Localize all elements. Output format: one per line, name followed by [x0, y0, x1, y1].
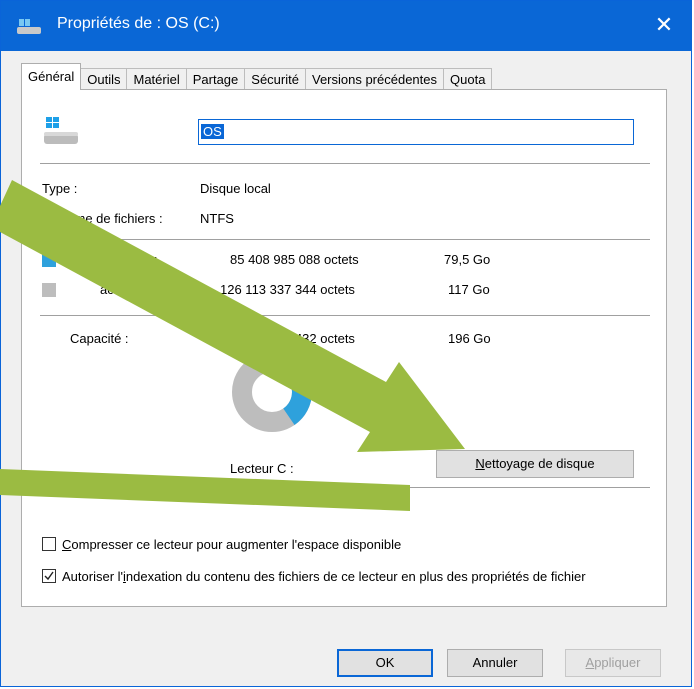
capacity-label: Capacité : — [70, 331, 129, 346]
used-space-bytes: 85 408 985 088 octets — [230, 252, 359, 267]
tab-quota[interactable]: Quota — [443, 68, 493, 90]
disk-cleanup-button[interactable]: Nettoyage de disque — [436, 450, 634, 478]
tab-materiel[interactable]: Matériel — [126, 68, 187, 90]
drive-icon — [17, 19, 41, 34]
used-space-swatch — [42, 253, 56, 267]
free-space-label: ace libre : — [100, 282, 157, 297]
separator — [40, 239, 650, 240]
free-space-size: 117 Go — [448, 282, 490, 297]
filesystem-label: Système de fichiers : — [42, 211, 163, 226]
drive-name-selected-text: OS — [201, 124, 224, 139]
free-space-swatch — [42, 283, 56, 297]
cleanup-mnemonic: N — [475, 456, 485, 471]
index-label[interactable]: Autoriser l'indexation du contenu des fi… — [62, 568, 652, 585]
index-checkbox[interactable] — [42, 569, 56, 583]
separator — [40, 163, 650, 164]
general-panel: OS Type : Disque local Système de fichie… — [21, 89, 667, 607]
cleanup-label: ettoyage de disque — [484, 456, 595, 471]
tab-partage[interactable]: Partage — [185, 68, 246, 90]
cancel-button[interactable]: Annuler — [447, 649, 543, 677]
type-value: Disque local — [200, 181, 271, 196]
apply-button[interactable]: Appliquer — [565, 649, 661, 677]
ok-button[interactable]: OK — [337, 649, 433, 677]
tab-general[interactable]: Général — [21, 63, 82, 90]
title-bar[interactable]: Propriétés de : OS (C:) ✕ — [1, 1, 691, 51]
separator — [40, 315, 650, 316]
usage-donut-chart — [232, 352, 312, 432]
capacity-size: 196 Go — [448, 331, 491, 346]
compress-label[interactable]: Compresser ce lecteur pour augmenter l'e… — [62, 536, 652, 553]
window-title: Propriétés de : OS (C:) — [57, 15, 220, 32]
free-space-bytes: 126 113 337 344 octets — [220, 282, 355, 297]
compress-checkbox[interactable] — [42, 537, 56, 551]
separator — [40, 487, 650, 488]
type-label: Type : — [42, 181, 78, 196]
filesystem-value: NTFS — [200, 211, 234, 226]
drive-icon — [44, 117, 78, 144]
close-button[interactable]: ✕ — [651, 11, 677, 39]
tab-versions-precedentes[interactable]: Versions précédentes — [304, 68, 445, 90]
tab-strip: Général Outils Matériel Partage Sécurité… — [21, 63, 493, 90]
properties-dialog: Propriétés de : OS (C:) ✕ Général Outils… — [0, 0, 692, 687]
used-space-label: Espace utilisé : — [70, 252, 158, 267]
drive-name-input[interactable]: OS — [198, 119, 634, 145]
tab-outils[interactable]: Outils — [80, 68, 128, 90]
drive-letter-label: Lecteur C : — [230, 461, 294, 476]
used-space-size: 79,5 Go — [444, 252, 491, 267]
checkmark-icon — [44, 571, 54, 581]
tab-securite[interactable]: Sécurité — [244, 68, 306, 90]
